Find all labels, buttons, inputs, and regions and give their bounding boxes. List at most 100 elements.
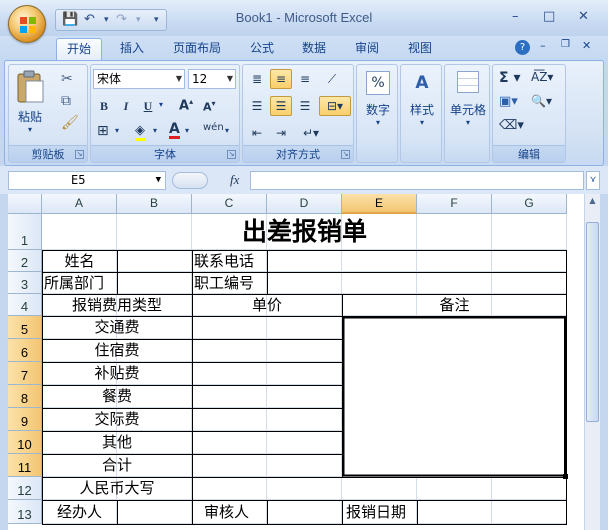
- tab-page-layout[interactable]: 页面布局: [165, 38, 229, 60]
- cells-button[interactable]: 单元格 ▾: [447, 71, 489, 127]
- vertical-scrollbar[interactable]: ▲: [584, 194, 600, 530]
- row-header-4[interactable]: 4: [8, 294, 42, 316]
- column-header-f[interactable]: F: [417, 194, 492, 214]
- scroll-up-icon[interactable]: ▲: [585, 196, 600, 210]
- office-button[interactable]: [8, 5, 46, 43]
- shrink-font-icon[interactable]: A▾: [203, 99, 216, 114]
- borders-dropdown-icon[interactable]: ▾: [115, 126, 119, 135]
- formula-input[interactable]: [250, 171, 584, 190]
- close-button[interactable]: ✕: [578, 9, 589, 24]
- copy-icon[interactable]: ⧉: [61, 93, 71, 109]
- formula-bar: E5 ▼ fx ⋎: [0, 166, 608, 194]
- fill-color-dropdown-icon[interactable]: ▾: [153, 126, 157, 135]
- font-size-value: 12: [192, 72, 208, 86]
- paste-label: 粘贴: [17, 110, 42, 124]
- editing-group: Σ ▾ A͞Z▾ ▣▾ 🔍▾ ⌫▾ 编辑: [492, 64, 566, 163]
- maximize-button[interactable]: □: [543, 9, 555, 24]
- row-header-3[interactable]: 3: [8, 272, 42, 294]
- staff-number-label: 职工编号: [194, 274, 255, 292]
- row-header-2[interactable]: 2: [8, 250, 42, 272]
- underline-button[interactable]: U: [139, 96, 157, 116]
- remarks-header: 备注: [439, 296, 470, 314]
- clipboard-launcher-icon[interactable]: ↘: [75, 150, 84, 159]
- row-header-6[interactable]: 6: [8, 339, 42, 362]
- row-header-11[interactable]: 11: [8, 454, 42, 477]
- help-icon[interactable]: ?: [515, 40, 530, 55]
- row-header-9[interactable]: 9: [8, 408, 42, 431]
- formula-tools: fx: [170, 171, 250, 190]
- select-all-button[interactable]: [8, 194, 42, 214]
- workbook-minimize-icon[interactable]: –: [540, 39, 546, 52]
- alignment-launcher-icon[interactable]: ↘: [341, 150, 350, 159]
- row-header-8[interactable]: 8: [8, 385, 42, 408]
- column-header-g[interactable]: G: [492, 194, 567, 214]
- italic-button[interactable]: I: [117, 96, 135, 116]
- clear-icon[interactable]: ⌫▾: [499, 118, 524, 133]
- wrap-text-button[interactable]: ↵▾: [296, 123, 326, 143]
- row-header-13[interactable]: 13: [8, 500, 42, 524]
- column-header-a[interactable]: A: [42, 194, 117, 214]
- font-launcher-icon[interactable]: ↘: [227, 150, 236, 159]
- font-size-combo[interactable]: 12 ▼: [188, 69, 236, 89]
- tab-home[interactable]: 开始: [56, 38, 102, 60]
- align-middle-button[interactable]: ≡: [270, 69, 292, 89]
- format-painter-icon[interactable]: 🖌: [61, 115, 79, 131]
- fill-color-icon[interactable]: ◈: [135, 123, 145, 141]
- autosum-icon[interactable]: Σ ▾: [499, 70, 520, 86]
- merge-center-button[interactable]: ⊟▾: [319, 96, 351, 116]
- column-header-d[interactable]: D: [267, 194, 342, 214]
- borders-icon[interactable]: ⊞: [97, 123, 109, 139]
- cut-icon[interactable]: ✂: [61, 71, 73, 87]
- column-header-e[interactable]: E: [342, 194, 417, 214]
- font-name-combo[interactable]: 宋体 ▼: [93, 69, 185, 89]
- decrease-indent-button[interactable]: ⇤: [246, 123, 268, 143]
- expand-formula-bar-icon[interactable]: ⋎: [586, 171, 600, 190]
- fill-icon[interactable]: ▣▾: [499, 94, 518, 109]
- orientation-button[interactable]: ⟋: [321, 69, 343, 89]
- row-header-12[interactable]: 12: [8, 477, 42, 500]
- column-header-c[interactable]: C: [192, 194, 267, 214]
- phonetic-dropdown-icon[interactable]: ▾: [225, 126, 229, 135]
- phonetic-icon[interactable]: wén: [203, 122, 224, 133]
- sort-filter-icon[interactable]: A͞Z▾: [531, 70, 553, 84]
- align-center-button[interactable]: ☰: [270, 96, 292, 116]
- align-left-button[interactable]: ☰: [246, 96, 268, 116]
- paste-button[interactable]: 粘贴 ▾: [13, 69, 47, 143]
- find-select-icon[interactable]: 🔍▾: [531, 94, 552, 108]
- align-top-button[interactable]: ≣: [246, 69, 268, 89]
- handler-label: 经办人: [56, 503, 102, 521]
- bold-button[interactable]: B: [95, 96, 113, 116]
- row-header-5[interactable]: 5: [8, 316, 42, 339]
- number-format-button[interactable]: % 数字 ▾: [359, 71, 397, 127]
- scrollbar-thumb[interactable]: [586, 222, 599, 422]
- ribbon: 粘贴 ▾ ✂ ⧉ 🖌 剪贴板 ↘ 宋体 ▼ 12 ▼ B I U ▾ A▴ A▾ ⊞…: [4, 60, 604, 166]
- tab-data[interactable]: 数据: [292, 38, 336, 60]
- selected-range[interactable]: [342, 316, 566, 477]
- increase-indent-button[interactable]: ⇥: [270, 123, 292, 143]
- workbook-restore-icon[interactable]: ❐: [561, 39, 570, 50]
- unit-price-header: 单价: [251, 296, 282, 314]
- font-color-icon[interactable]: A: [169, 122, 180, 139]
- row-header-7[interactable]: 7: [8, 362, 42, 385]
- tab-review[interactable]: 审阅: [345, 38, 389, 60]
- column-header-b[interactable]: B: [117, 194, 192, 214]
- name-box[interactable]: E5 ▼: [8, 171, 166, 190]
- insert-function-icon[interactable]: fx: [230, 172, 239, 188]
- tab-formulas[interactable]: 公式: [240, 38, 284, 60]
- worksheet[interactable]: ABCDEFG 1 2 3 4 5 6 7 8 9 10 11 12 13 出差报销单 姓名 联系电话 所属部…: [8, 194, 584, 530]
- tab-insert[interactable]: 插入: [110, 38, 154, 60]
- row-header-1[interactable]: 1: [8, 214, 42, 250]
- underline-dropdown-icon[interactable]: ▾: [159, 100, 163, 109]
- formula-cancel-enter[interactable]: [172, 172, 208, 189]
- number-group: % 数字 ▾: [356, 64, 398, 163]
- font-color-dropdown-icon[interactable]: ▾: [185, 126, 189, 135]
- align-right-button[interactable]: ☰: [294, 96, 316, 116]
- styles-button[interactable]: A 样式 ▾: [403, 71, 441, 127]
- workbook-close-icon[interactable]: ✕: [582, 39, 591, 52]
- fill-handle[interactable]: [563, 474, 568, 479]
- minimize-button[interactable]: –: [512, 9, 519, 24]
- align-bottom-button[interactable]: ≡: [294, 69, 316, 89]
- tab-view[interactable]: 视图: [398, 38, 442, 60]
- grow-font-icon[interactable]: A▴: [179, 97, 193, 113]
- row-header-10[interactable]: 10: [8, 431, 42, 454]
